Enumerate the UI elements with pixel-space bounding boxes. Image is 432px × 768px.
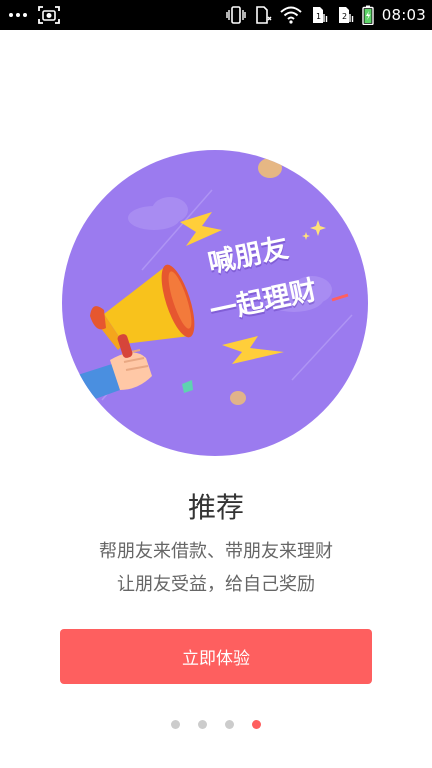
description-line-1: 帮朋友来借款、带朋友来理财 bbox=[99, 541, 333, 562]
pager-dot-4[interactable] bbox=[252, 720, 261, 729]
status-bar-right: 1 2 08:03 bbox=[226, 0, 426, 30]
clock: 08:03 bbox=[381, 6, 426, 24]
hero-illustration: 喊朋友 一起理财 bbox=[62, 150, 368, 456]
screenshot-icon bbox=[38, 6, 60, 24]
sim1-icon: 1 bbox=[310, 6, 328, 24]
svg-text:2: 2 bbox=[342, 12, 347, 21]
description-line-2: 让朋友受益，给自己奖励 bbox=[117, 574, 315, 595]
wifi-icon bbox=[280, 6, 302, 24]
onboarding-screen: 1 2 08:03 喊朋友 一起理财 推荐 帮朋友来借款、带朋友来理财 让朋友受… bbox=[0, 0, 432, 768]
pager-dot-3[interactable] bbox=[225, 720, 234, 729]
sim-no-signal-icon bbox=[254, 6, 272, 24]
pager-dot-2[interactable] bbox=[198, 720, 207, 729]
vibrate-icon bbox=[226, 6, 246, 24]
status-bar-left bbox=[8, 0, 60, 30]
pager-dot-1[interactable] bbox=[171, 720, 180, 729]
more-dots-icon bbox=[8, 12, 28, 18]
svg-text:1: 1 bbox=[316, 12, 321, 21]
battery-charging-icon bbox=[362, 5, 374, 25]
page-title: 推荐 bbox=[187, 491, 244, 524]
try-now-button[interactable]: 立即体验 bbox=[60, 629, 372, 684]
sim2-icon: 2 bbox=[336, 6, 354, 24]
pager-indicator bbox=[0, 720, 432, 730]
status-bar: 1 2 08:03 bbox=[0, 0, 432, 30]
